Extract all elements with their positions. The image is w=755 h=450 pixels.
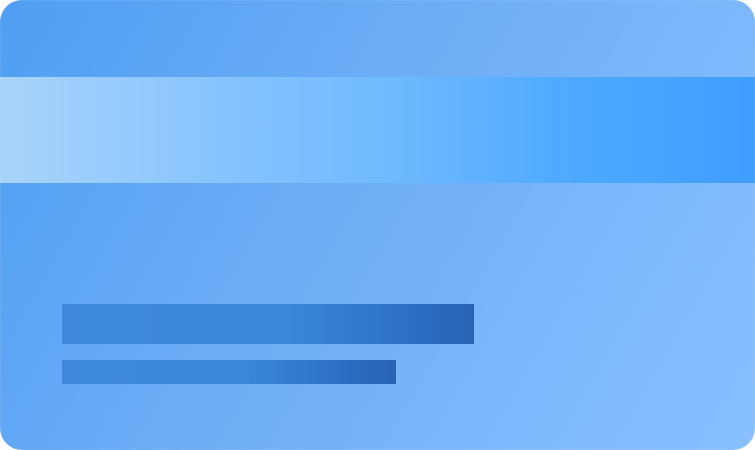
placeholder-bar-primary [62, 304, 474, 344]
placeholder-bar-secondary [62, 360, 396, 384]
magnetic-stripe [0, 77, 755, 183]
card-graphic [0, 0, 755, 450]
